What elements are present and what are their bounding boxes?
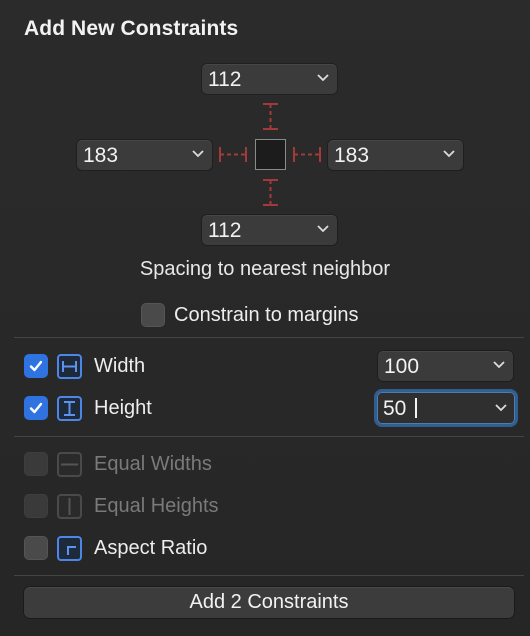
height-value-input[interactable]: 50 [377, 392, 515, 424]
aspect-ratio-row: Aspect Ratio [24, 535, 207, 561]
right-spacing-toggle[interactable] [293, 147, 321, 162]
left-spacing-toggle[interactable] [219, 147, 247, 162]
top-spacing-toggle[interactable] [263, 103, 278, 130]
equal-heights-row: Equal Heights [24, 493, 219, 519]
height-row: Height [24, 395, 152, 421]
bottom-spacing-toggle[interactable] [263, 179, 278, 206]
height-constraint-icon [57, 395, 82, 421]
chevron-down-icon [493, 361, 505, 369]
aspect-ratio-icon [57, 535, 82, 561]
aspect-ratio-checkbox[interactable] [24, 536, 48, 560]
width-label: Width [94, 354, 146, 377]
height-label: Height [94, 396, 152, 419]
height-value: 50 [383, 397, 407, 420]
checkmark-icon [29, 360, 43, 372]
selected-view-box [255, 139, 286, 170]
equal-widths-checkbox[interactable] [24, 452, 48, 476]
width-row: Width [24, 353, 145, 379]
width-checkbox[interactable] [24, 354, 48, 378]
checkmark-icon [29, 402, 43, 414]
constrain-to-margins-row[interactable]: Constrain to margins [141, 302, 359, 328]
equal-heights-label: Equal Heights [94, 494, 219, 517]
height-checkbox[interactable] [24, 396, 48, 420]
equal-heights-icon [57, 493, 82, 519]
spacing-guides [219, 103, 321, 206]
divider [14, 436, 524, 437]
width-value-dropdown[interactable]: 100 [378, 351, 513, 381]
divider [14, 337, 524, 338]
add-constraints-panel: Add New Constraints 112 183 183 112 Spac… [0, 0, 530, 636]
add-constraints-button[interactable]: Add 2 Constraints [24, 587, 514, 618]
width-constraint-icon [57, 353, 82, 379]
divider [14, 575, 524, 576]
aspect-ratio-label: Aspect Ratio [94, 536, 208, 559]
constrain-margins-checkbox[interactable] [141, 303, 165, 327]
chevron-down-icon [495, 404, 507, 412]
text-cursor [415, 398, 417, 418]
equal-widths-row: Equal Widths [24, 451, 212, 477]
spacing-caption: Spacing to nearest neighbor [139, 258, 391, 280]
equal-heights-checkbox[interactable] [24, 494, 48, 518]
equal-widths-icon [57, 451, 82, 477]
equal-widths-label: Equal Widths [94, 452, 212, 475]
width-value: 100 [384, 355, 420, 378]
constrain-margins-label: Constrain to margins [174, 303, 359, 326]
